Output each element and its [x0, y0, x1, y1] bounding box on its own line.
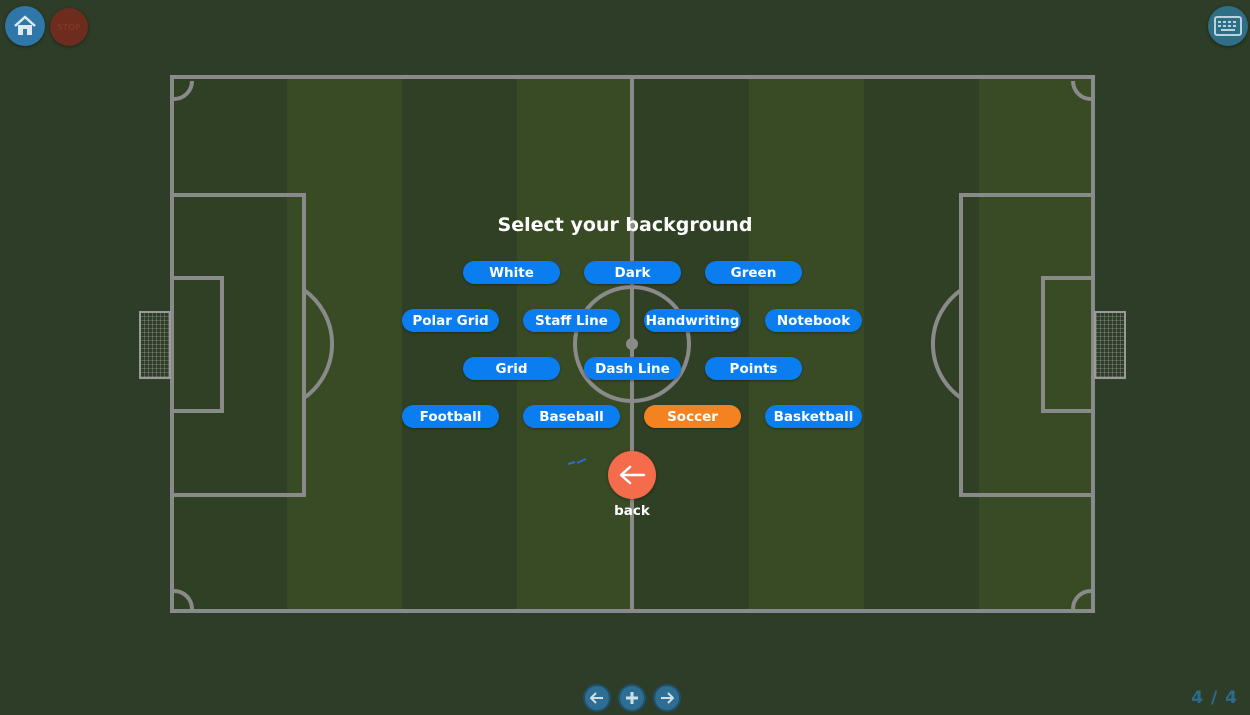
home-button[interactable] — [5, 6, 45, 46]
keyboard-button[interactable] — [1208, 6, 1248, 46]
option-white[interactable]: White — [463, 261, 560, 284]
option-staff-line[interactable]: Staff Line — [523, 309, 620, 332]
option-handwriting[interactable]: Handwriting — [644, 309, 741, 332]
option-points[interactable]: Points — [705, 357, 802, 380]
option-grid[interactable]: Grid — [463, 357, 560, 380]
add-page-button[interactable] — [620, 686, 644, 710]
arrow-left-icon — [619, 465, 646, 485]
option-football[interactable]: Football — [402, 405, 499, 428]
option-dash-line[interactable]: Dash Line — [584, 357, 681, 380]
prev-page-button[interactable] — [585, 686, 609, 710]
panel-title: Select your background — [497, 214, 753, 236]
option-green[interactable]: Green — [705, 261, 802, 284]
next-page-button[interactable] — [655, 686, 679, 710]
option-notebook[interactable]: Notebook — [765, 309, 862, 332]
stop-label: STOP — [57, 22, 81, 32]
pen-mark — [567, 458, 587, 465]
plus-icon — [626, 692, 638, 704]
option-dark[interactable]: Dark — [584, 261, 681, 284]
keyboard-icon — [1214, 16, 1242, 36]
home-icon — [14, 15, 36, 35]
back-label: back — [614, 503, 650, 519]
option-soccer-selected[interactable]: Soccer — [644, 405, 741, 428]
stop-button[interactable]: STOP — [50, 8, 88, 46]
arrow-right-icon — [661, 692, 674, 704]
option-polar-grid[interactable]: Polar Grid — [402, 309, 499, 332]
option-baseball[interactable]: Baseball — [523, 405, 620, 428]
page-indicator: 4 / 4 — [1191, 688, 1238, 708]
option-basketball[interactable]: Basketball — [765, 405, 862, 428]
arrow-left-icon — [590, 692, 603, 704]
back-button[interactable] — [608, 451, 656, 499]
